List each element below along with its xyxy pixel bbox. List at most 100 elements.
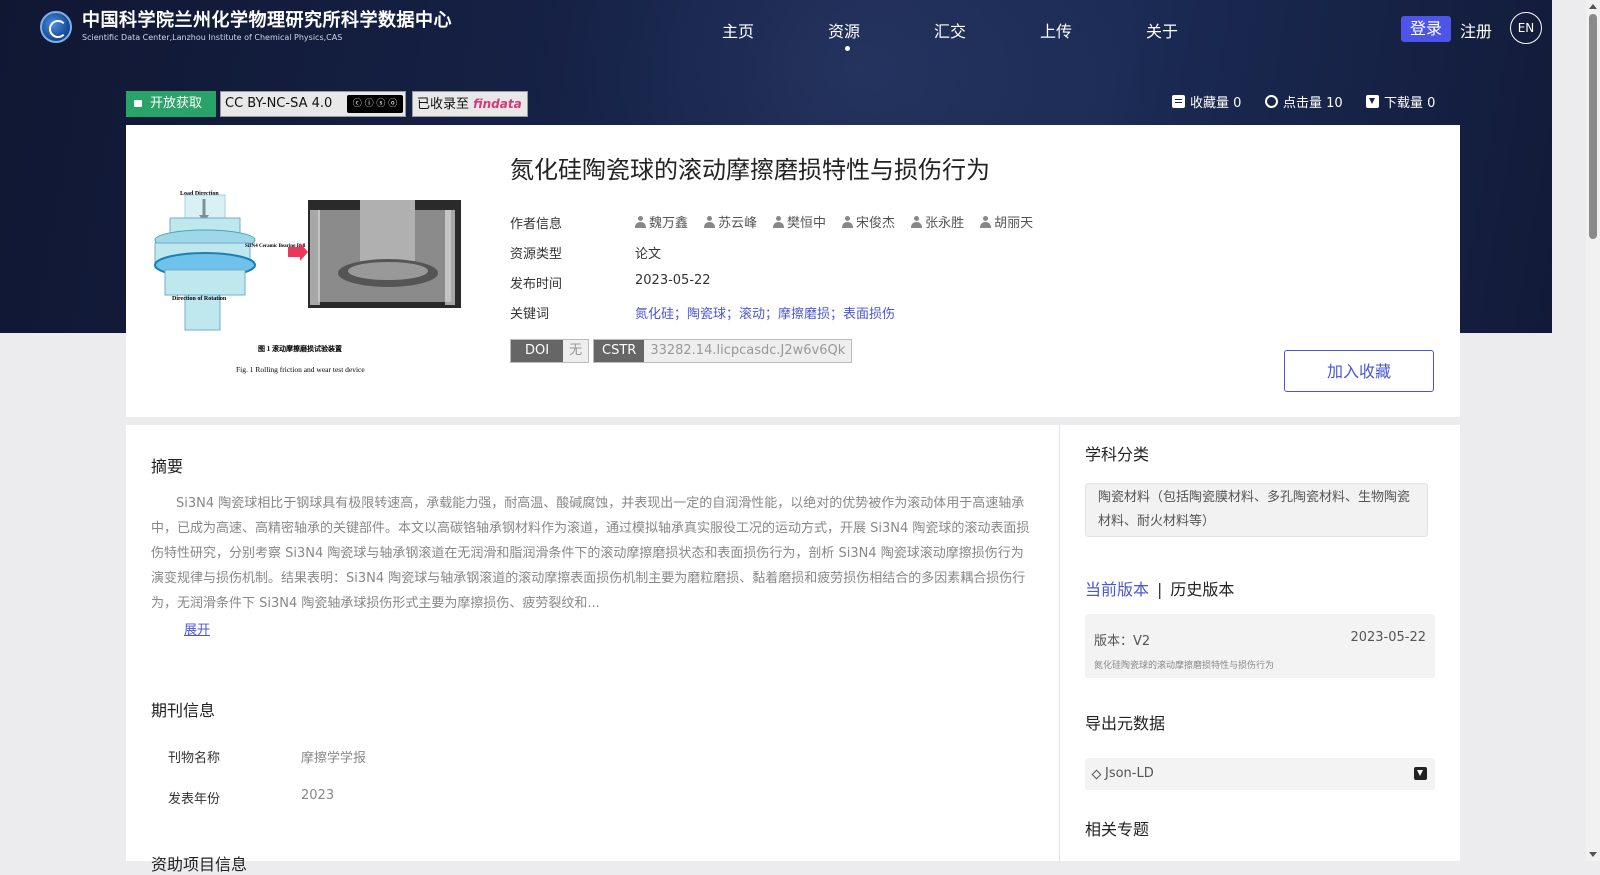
nav-about[interactable]: 关于 (1146, 18, 1252, 42)
sidebar: 学科分类 陶瓷材料（包括陶瓷膜材料、多孔陶瓷材料、生物陶瓷材料、耐火材料等） 当… (1059, 425, 1460, 861)
site-title: 中国科学院兰州化学物理研究所科学数据中心 (82, 10, 452, 31)
related-title: 相关专题 (1085, 820, 1150, 839)
journal-title: 期刊信息 (151, 701, 216, 720)
author-item[interactable]: 胡丽天 (980, 212, 1033, 231)
subject-title: 学科分类 (1085, 445, 1150, 464)
user-icon (980, 215, 992, 228)
doi-value: 无 (563, 340, 589, 362)
open-access-label: 开放获取 (150, 96, 203, 111)
diamond-icon (1091, 769, 1102, 780)
author-name: 胡丽天 (994, 216, 1034, 231)
register-link[interactable]: 注册 (1460, 18, 1492, 42)
license-label: CC BY-NC-SA 4.0 (225, 96, 333, 111)
language-toggle[interactable]: EN (1510, 12, 1542, 44)
user-icon (635, 215, 646, 228)
author-name: 宋俊杰 (856, 216, 896, 231)
scroll-down-icon[interactable] (1589, 852, 1597, 857)
site-logo[interactable]: 中国科学院兰州化学物理研究所科学数据中心 Scientific Data Cen… (40, 10, 452, 44)
tab-history-version[interactable]: 历史版本 (1170, 580, 1234, 599)
favorites-count: 收藏量 0 (1190, 96, 1242, 111)
favorites-stat: 收藏量 0 (1172, 92, 1241, 111)
abstract-title: 摘要 (151, 457, 184, 476)
author-name: 苏云峰 (718, 216, 758, 231)
authors-label: 作者信息 (510, 217, 563, 232)
cstr-badge[interactable]: CSTR 33282.14.licpcasdc.J2w6v6Qk (593, 339, 853, 363)
author-item[interactable]: 苏云峰 (704, 212, 757, 231)
clicks-count: 点击量 10 (1283, 96, 1343, 111)
author-name: 张永胜 (925, 216, 965, 231)
page-scrollbar[interactable] (1586, 0, 1600, 861)
cc-license-icon: ⓒ ⓘ ⓢ ⓞ (347, 95, 403, 113)
doi-badge[interactable]: DOI 无 (510, 339, 590, 363)
cstr-label: CSTR (594, 340, 645, 362)
doi-label: DOI (511, 340, 564, 362)
user-icon (911, 215, 923, 228)
journal-name-value: 摩擦学学报 (301, 751, 367, 766)
user-icon (842, 215, 854, 228)
expand-link[interactable]: 展开 (184, 619, 210, 638)
eye-icon (1265, 95, 1278, 108)
author-list: 魏万鑫 苏云峰 樊恒中 宋俊杰 张永胜 胡丽天 (635, 212, 1049, 231)
download-icon[interactable] (1414, 767, 1427, 780)
open-access-badge: 开放获取 (126, 91, 216, 117)
author-item[interactable]: 魏万鑫 (635, 212, 688, 231)
unlock-icon (134, 100, 142, 107)
user-icon (704, 215, 716, 228)
figure-caption-en: Fig. 1 Rolling friction and wear test de… (236, 365, 365, 374)
journal-year-value: 2023 (301, 788, 335, 803)
resource-figure: Load Direction Si3N4 Ceramic Bearing Bal… (154, 191, 461, 374)
figure-caption-cn: 图 1 滚动摩擦磨损试验装置 (258, 344, 342, 353)
site-subtitle: Scientific Data Center,Lanzhou Institute… (82, 33, 343, 42)
nav-resources[interactable]: 资源 (828, 18, 934, 51)
author-item[interactable]: 宋俊杰 (842, 212, 895, 231)
keywords-label: 关键词 (510, 307, 550, 322)
clicks-stat: 点击量 10 (1265, 92, 1343, 111)
abstract-text: Si3N4 陶瓷球相比于钢球具有极限转速高，承载能力强，耐高温、酸碱腐蚀，并表现… (151, 496, 1030, 611)
author-name: 魏万鑫 (649, 216, 689, 231)
subject-tag: 陶瓷材料（包括陶瓷膜材料、多孔陶瓷材料、生物陶瓷材料、耐火材料等） (1085, 483, 1428, 537)
date-label: 发布时间 (510, 277, 563, 292)
version-label: 版本：V2 (1094, 634, 1151, 649)
type-value: 论文 (635, 247, 662, 262)
journal-name-label: 刊物名称 (168, 751, 221, 766)
version-card[interactable]: 版本：V2 2023-05-22 氮化硅陶瓷球的滚动摩擦磨损特性与损伤行为 (1085, 614, 1435, 678)
resource-title: 氮化硅陶瓷球的滚动摩擦磨损特性与损伤行为 (510, 156, 990, 184)
type-label: 资源类型 (510, 247, 563, 262)
license-badge[interactable]: CC BY-NC-SA 4.0 ⓒ ⓘ ⓢ ⓞ (220, 91, 406, 117)
indexed-label: 已收录至 (417, 97, 470, 112)
add-favorite-button[interactable]: 加入收藏 (1284, 350, 1434, 392)
nav-home[interactable]: 主页 (722, 18, 828, 42)
journal-year-label: 发表年份 (168, 792, 221, 807)
author-item[interactable]: 张永胜 (911, 212, 964, 231)
tab-current-version[interactable]: 当前版本 (1085, 580, 1149, 599)
scrollbar-thumb[interactable] (1589, 14, 1597, 239)
downloads-count: 下载量 0 (1384, 96, 1436, 111)
version-title: 氮化硅陶瓷球的滚动摩擦磨损特性与损伤行为 (1094, 661, 1275, 671)
cstr-value: 33282.14.licpcasdc.J2w6v6Qk (644, 340, 852, 362)
funding-title: 资助项目信息 (151, 855, 248, 874)
export-title: 导出元数据 (1085, 714, 1166, 733)
cas-logo-icon (40, 11, 72, 43)
nav-submit[interactable]: 汇交 (934, 18, 1040, 42)
login-button[interactable]: 登录 (1401, 16, 1451, 42)
download-icon (1366, 95, 1379, 108)
figure-rotation-label: Direction of Rotation (172, 296, 227, 302)
favorites-icon (1172, 95, 1185, 108)
version-date: 2023-05-22 (1350, 630, 1426, 645)
main-content: 摘要 Si3N4 陶瓷球相比于钢球具有极限转速高，承载能力强，耐高温、酸碱腐蚀，… (126, 425, 1059, 874)
main-nav: 主页 资源 汇交 上传 关于 (722, 18, 1252, 51)
export-jsonld-item[interactable]: Json-LD (1085, 758, 1435, 790)
export-format-label: Json-LD (1105, 766, 1154, 781)
author-item[interactable]: 樊恒中 (773, 212, 826, 231)
downloads-stat: 下载量 0 (1366, 92, 1435, 111)
date-value: 2023-05-22 (635, 273, 711, 288)
author-name: 樊恒中 (787, 216, 827, 231)
nav-upload[interactable]: 上传 (1040, 18, 1146, 42)
scroll-up-icon[interactable] (1589, 4, 1597, 9)
indexed-badge[interactable]: 已收录至 findata (412, 91, 528, 117)
version-tabs: 当前版本 | 历史版本 (1085, 576, 1234, 600)
tab-separator: | (1157, 580, 1163, 599)
user-icon (773, 215, 785, 228)
findata-logo: findata (473, 97, 522, 111)
keywords-value[interactable]: 氮化硅；陶瓷球；滚动；摩擦磨损；表面损伤 (635, 303, 895, 322)
